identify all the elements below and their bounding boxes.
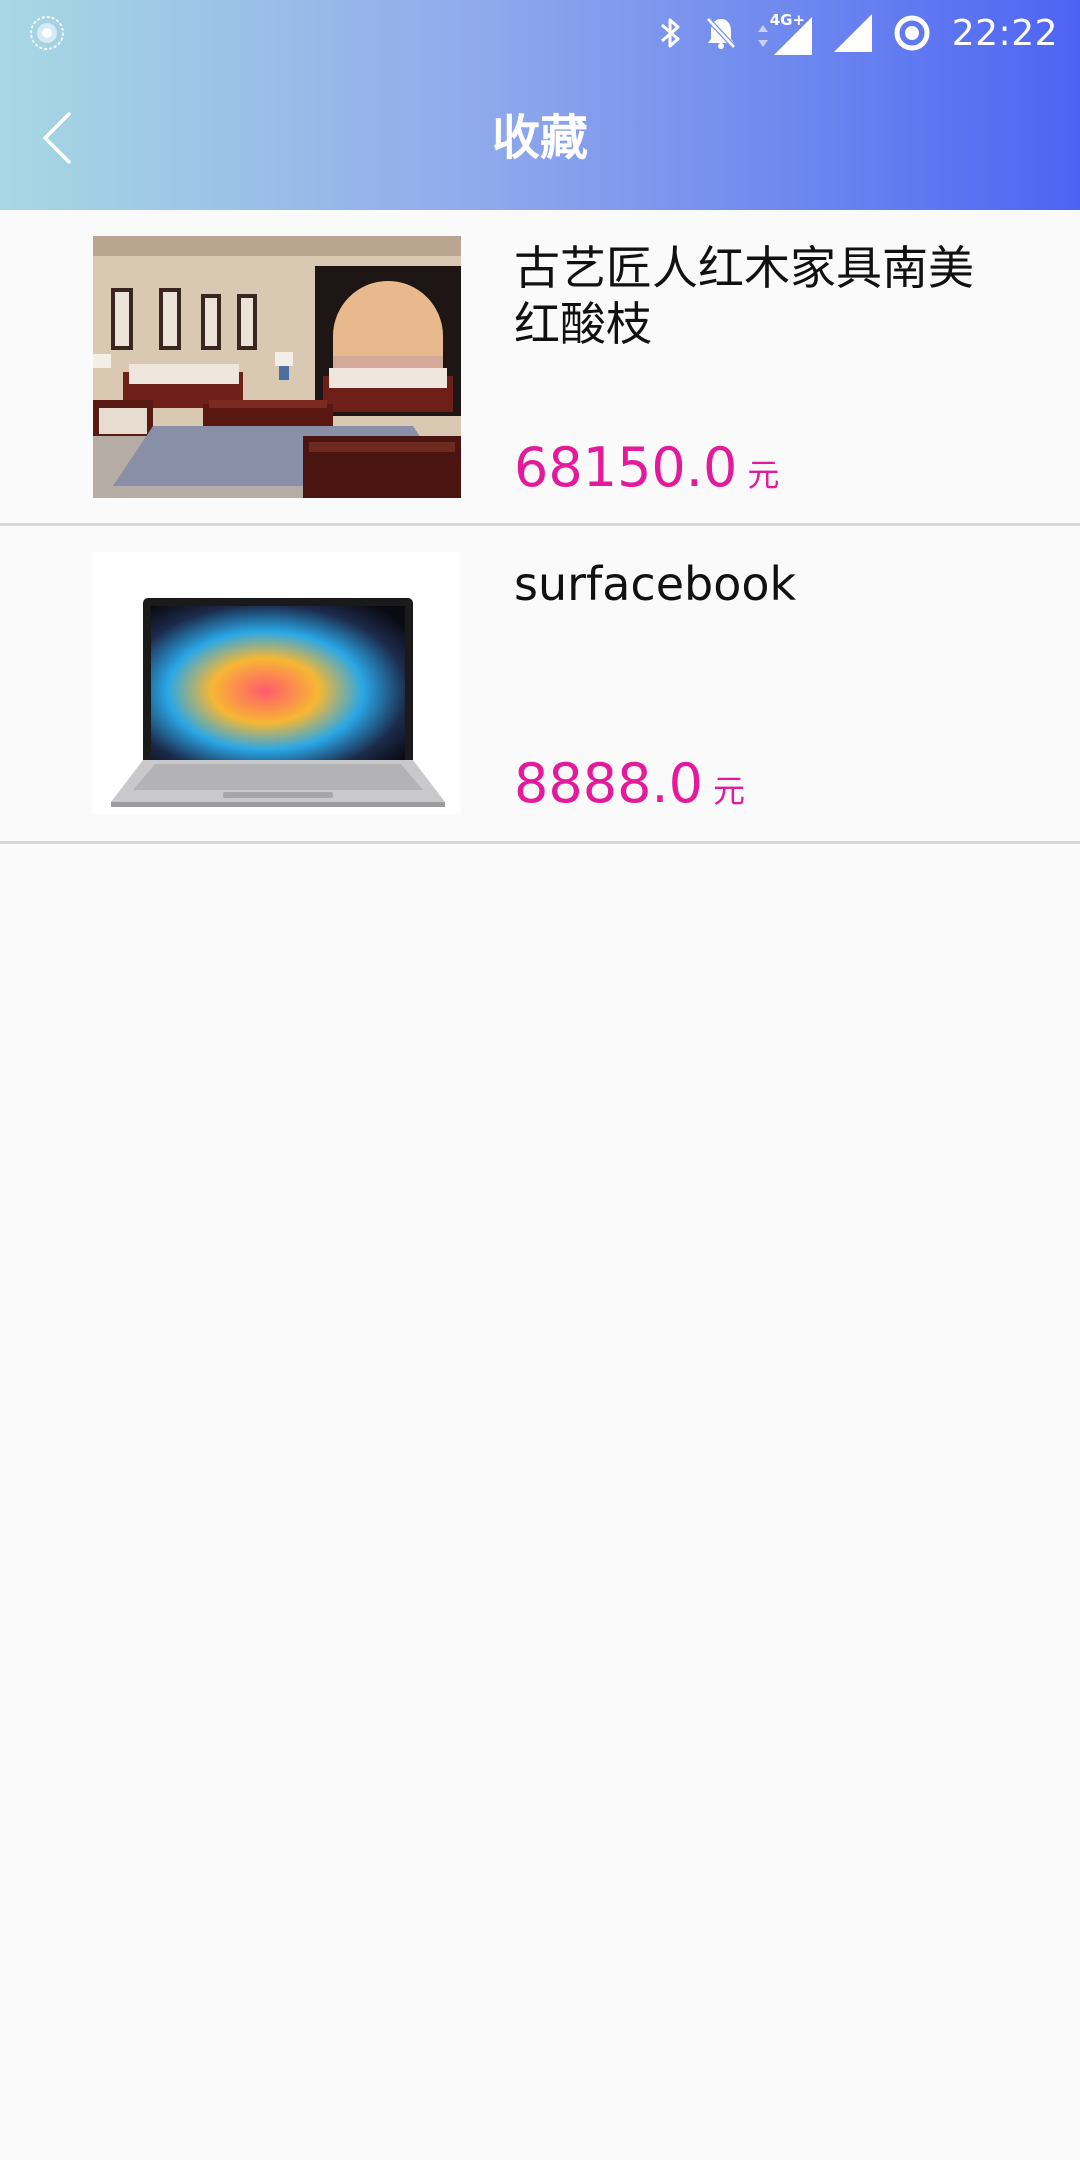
signal-icon — [773, 17, 812, 55]
favorites-screen: 4G+ 22:22 收藏 古艺匠人红木家具南美红酸枝 68150.0 元 sur… — [0, 0, 1080, 2160]
bluetooth-icon — [658, 15, 684, 51]
network-type: 4G+ — [757, 11, 814, 55]
status-icons: 4G+ 22:22 — [658, 8, 1058, 58]
status-time: 22:22 — [951, 12, 1058, 54]
favorites-list: 古艺匠人红木家具南美红酸枝 68150.0 元 surfacebook 8888… — [0, 210, 1080, 844]
list-item[interactable]: surfacebook 8888.0 元 — [0, 526, 1080, 844]
price-value: 8888.0 — [514, 752, 703, 815]
status-bar: 4G+ 22:22 — [0, 0, 1080, 66]
navigation-bar: 收藏 — [0, 66, 1080, 210]
header-background: 4G+ 22:22 收藏 — [0, 0, 1080, 210]
item-name: surfacebook — [514, 557, 797, 611]
price-unit: 元 — [712, 772, 745, 810]
list-item[interactable]: 古艺匠人红木家具南美红酸枝 68150.0 元 — [0, 210, 1080, 526]
price-value: 68150.0 — [514, 436, 738, 499]
price: 8888.0 元 — [514, 752, 745, 815]
price-unit: 元 — [747, 456, 780, 494]
signal-icon-2 — [833, 14, 872, 52]
sync-icon — [892, 13, 932, 53]
item-name: 古艺匠人红木家具南美红酸枝 — [514, 241, 974, 351]
notifications-off-icon — [704, 15, 738, 51]
price: 68150.0 元 — [514, 436, 779, 499]
product-image-laptop[interactable] — [93, 552, 461, 814]
page-title: 收藏 — [491, 110, 588, 166]
product-image-furniture[interactable] — [93, 236, 461, 498]
data-arrows-icon — [757, 25, 768, 47]
app-notification-icon — [28, 14, 66, 52]
